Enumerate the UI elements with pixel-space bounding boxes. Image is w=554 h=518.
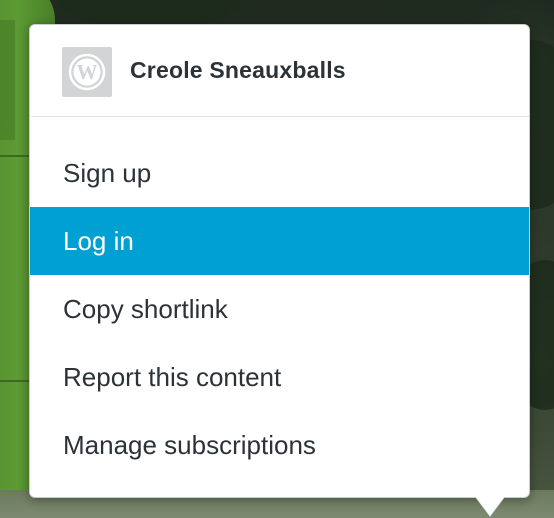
menu-item-copy-shortlink[interactable]: Copy shortlink bbox=[30, 275, 529, 343]
actionbar-menu-popover: W Creole Sneauxballs Sign up Log in Copy… bbox=[29, 24, 530, 498]
menu-item-sign-up[interactable]: Sign up bbox=[30, 139, 529, 207]
site-header[interactable]: W Creole Sneauxballs bbox=[30, 25, 529, 117]
popover-pointer bbox=[475, 496, 505, 516]
wordpress-icon: W bbox=[62, 47, 112, 97]
menu-item-manage-subscriptions[interactable]: Manage subscriptions bbox=[30, 411, 529, 479]
menu-item-report-content[interactable]: Report this content bbox=[30, 343, 529, 411]
svg-text:W: W bbox=[77, 60, 98, 84]
actions-menu: Sign up Log in Copy shortlink Report thi… bbox=[30, 139, 529, 479]
site-title[interactable]: Creole Sneauxballs bbox=[130, 57, 346, 84]
menu-item-log-in[interactable]: Log in bbox=[30, 207, 529, 275]
